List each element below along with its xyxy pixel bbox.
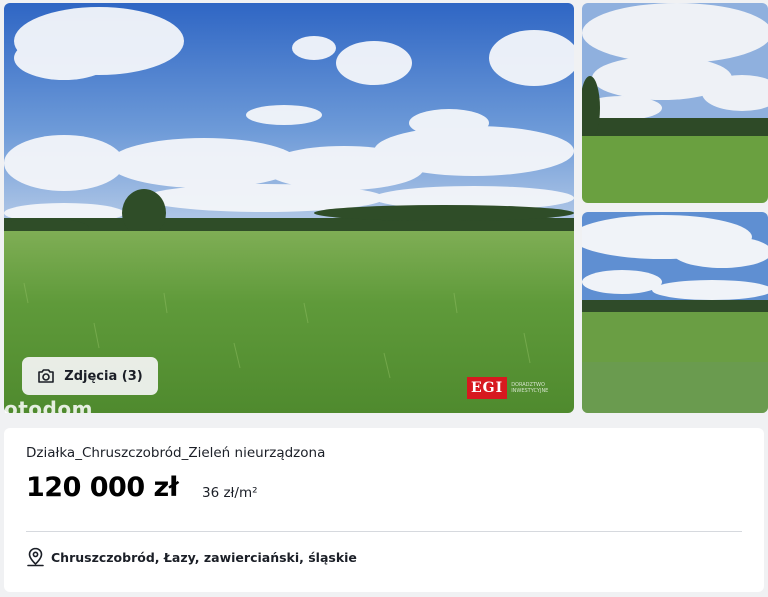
photo-gallery: Zdjęcia (3) otodom EGI DORADZTWO INWESTY… (0, 0, 768, 418)
listing-summary-card: Działka_Chruszczobród_Zieleń nieurządzon… (4, 428, 764, 592)
thumbnail-photo-1[interactable] (582, 3, 768, 203)
photos-button-label: Zdjęcia (3) (64, 368, 143, 384)
location-text: Chruszczobród, Łazy, zawierciański, śląs… (51, 549, 357, 565)
price-per-square-meter: 36 zł/m² (202, 485, 258, 501)
thumbnail-photo-2[interactable] (582, 212, 768, 413)
otodom-watermark: otodom (4, 397, 93, 413)
camera-icon (37, 368, 55, 384)
listing-title: Działka_Chruszczobród_Zieleń nieurządzon… (26, 445, 326, 461)
map-pin-icon (26, 547, 45, 567)
field-landscape-image (582, 212, 768, 413)
photos-button[interactable]: Zdjęcia (3) (22, 357, 158, 395)
listing-price: 120 000 zł (26, 472, 179, 503)
agency-logo: EGI DORADZTWO INWESTYCYJNE (467, 377, 559, 399)
field-landscape-image (582, 3, 768, 203)
listing-location[interactable]: Chruszczobród, Łazy, zawierciański, śląs… (26, 547, 357, 567)
agency-logo-caption: DORADZTWO INWESTYCYJNE (511, 382, 549, 394)
agency-logo-mark: EGI (467, 377, 508, 399)
main-photo[interactable] (4, 3, 574, 413)
field-landscape-image (4, 3, 574, 413)
divider (26, 531, 742, 532)
